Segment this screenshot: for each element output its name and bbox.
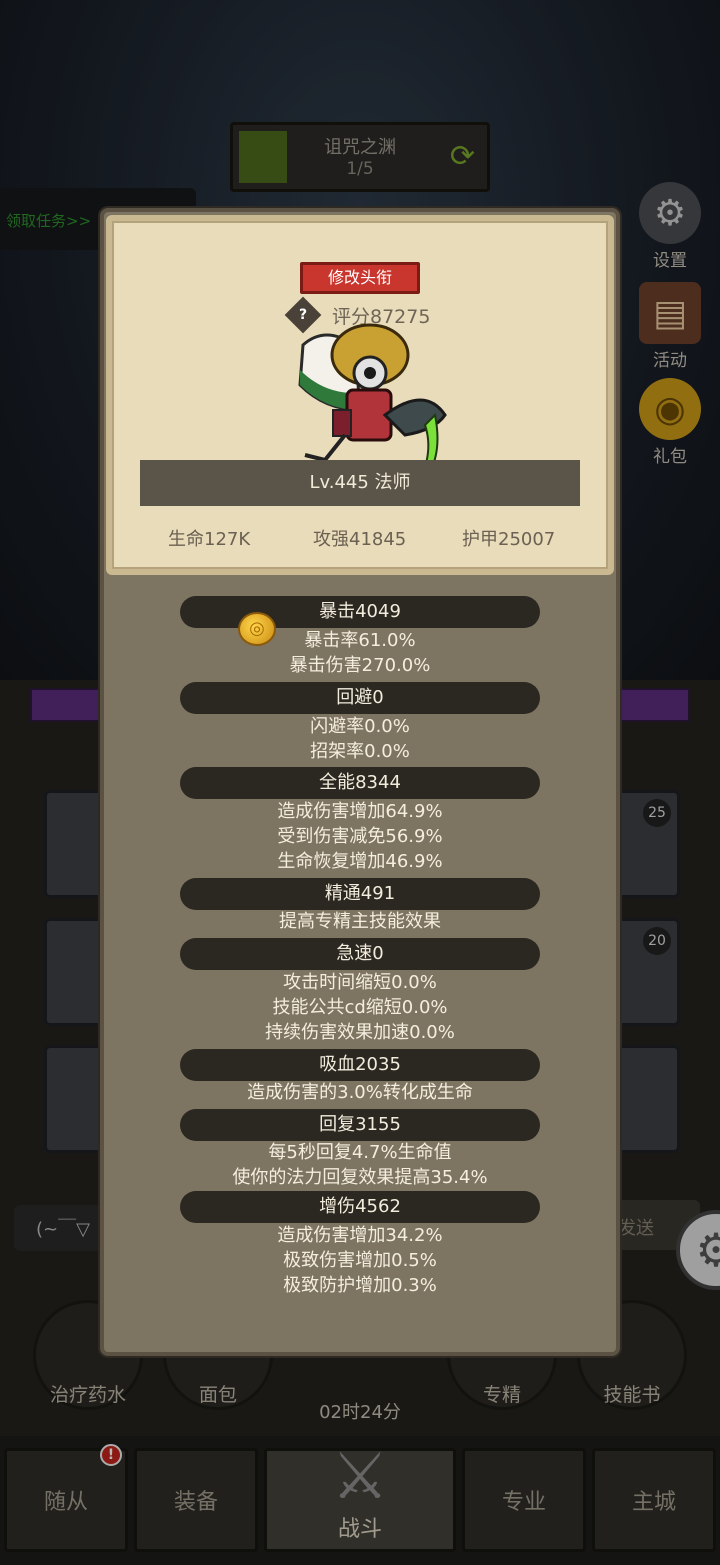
stat-line: 造成伤害增加64.9% — [277, 801, 443, 822]
stat-line: 招架率0.0% — [310, 741, 410, 762]
stat-line: 极致伤害增加0.5% — [283, 1250, 437, 1271]
stat-damage-bonus-header: 增伤4562 — [180, 1191, 540, 1223]
stat-line: 生命恢复增加46.9% — [277, 851, 443, 872]
stat-lifesteal-header: 吸血2035 — [180, 1049, 540, 1081]
stat-regen-header: 回复3155 — [180, 1109, 540, 1141]
stat-haste-header: 急速0 — [180, 938, 540, 970]
stat-line: 闪避率0.0% — [310, 716, 410, 737]
stat-armor: 护甲25007 — [462, 529, 556, 550]
stat-line: 持续伤害效果加速0.0% — [265, 1022, 455, 1043]
stat-line: 造成伤害的3.0%转化成生命 — [247, 1082, 473, 1103]
stat-line: 提高专精主技能效果 — [279, 911, 441, 932]
stat-mastery-header: 精通491 — [180, 878, 540, 910]
stat-hp: 生命127K — [168, 529, 251, 550]
stat-avoidance-header: 回避0 — [180, 682, 540, 714]
stat-line: 使你的法力回复效果提高35.4% — [232, 1167, 488, 1188]
stat-line: 极致防护增加0.3% — [283, 1275, 437, 1296]
stat-line: 每5秒回复4.7%生命值 — [268, 1142, 452, 1163]
stat-line: 暴击伤害270.0% — [289, 655, 431, 676]
change-title-button[interactable]: 修改头衔 — [300, 262, 420, 294]
stat-line: 暴击率61.0% — [304, 630, 416, 651]
stat-line: 攻击时间缩短0.0% — [283, 972, 437, 993]
stat-line: 技能公共cd缩短0.0% — [272, 997, 448, 1018]
stat-line: 受到伤害减免56.9% — [277, 826, 443, 847]
stat-versatility-header: 全能8344 — [180, 767, 540, 799]
level-class-bar: Lv.445 法师 — [140, 460, 580, 506]
stat-crit-header: 暴击4049 — [180, 596, 540, 628]
stat-attack-power: 攻强41845 — [313, 529, 407, 550]
stat-line: 造成伤害增加34.2% — [277, 1225, 443, 1246]
gold-coin-icon[interactable]: ◎ — [238, 612, 276, 646]
